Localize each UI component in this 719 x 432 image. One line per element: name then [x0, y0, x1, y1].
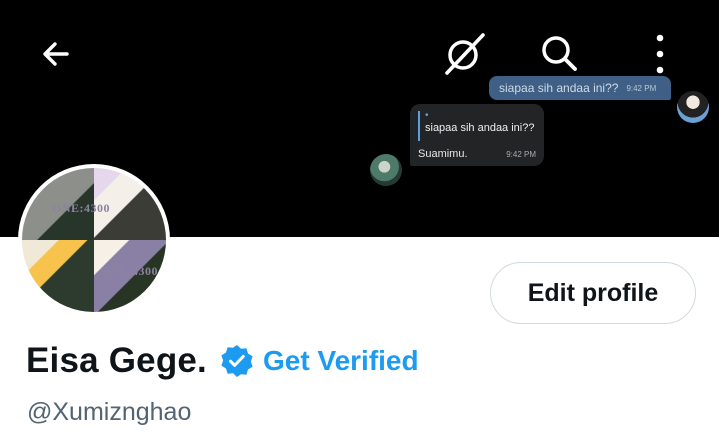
incoming-chat-bubble: • siapaa sih andaa ini?? Suamimu. 9:42 P… [410, 104, 544, 166]
profile-avatar[interactable]: ONE:4300 ONE:4300 [18, 164, 170, 316]
avatar-image: ONE:4300 ONE:4300 [22, 168, 166, 312]
avatar-logo-text-2: ONE:4300 [100, 264, 158, 278]
outgoing-chat-bubble: siapaa sih andaa ini?? 9:42 PM [489, 76, 671, 100]
display-name: Eisa Gege. [26, 341, 207, 380]
username-handle: @Xumiznghao [27, 398, 192, 426]
quoted-message: • siapaa sih andaa ini?? [418, 111, 536, 141]
avatar-collage-tile-3 [22, 240, 94, 312]
discover-button[interactable] [432, 26, 498, 82]
profile-name-row: Eisa Gege. Get Verified [26, 341, 419, 381]
outgoing-message-text: siapaa sih andaa ini?? [499, 81, 619, 95]
quoted-message-text: siapaa sih andaa ini?? [425, 122, 535, 134]
search-button[interactable] [528, 26, 590, 82]
verified-badge-icon [221, 345, 253, 377]
incoming-message-time: 9:42 PM [506, 150, 536, 159]
search-icon [542, 36, 577, 71]
get-verified-link[interactable]: Get Verified [263, 345, 419, 377]
chat-avatar-right [677, 91, 709, 123]
more-vertical-icon [656, 34, 664, 74]
more-options-button[interactable] [640, 26, 680, 82]
quote-dot-icon: • [425, 110, 429, 121]
back-arrow-icon [43, 42, 69, 66]
incoming-message-text: Suamimu. [418, 148, 468, 160]
back-button[interactable] [28, 28, 86, 80]
discover-compass-icon [445, 33, 485, 75]
chat-avatar-left [370, 154, 402, 186]
edit-profile-button[interactable]: Edit profile [490, 262, 696, 324]
outgoing-message-time: 9:42 PM [626, 83, 657, 93]
avatar-logo-text: ONE:4300 [52, 201, 110, 215]
